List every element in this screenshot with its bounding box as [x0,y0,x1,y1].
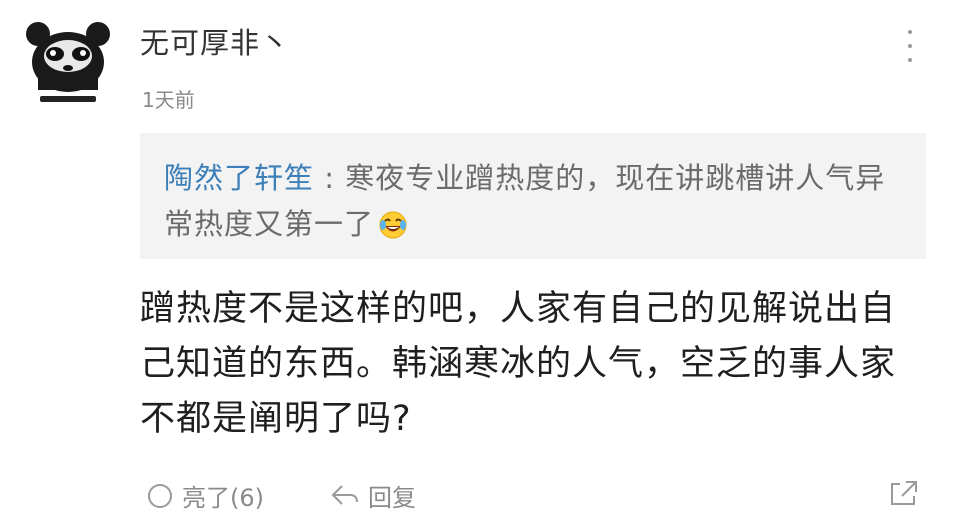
avatar[interactable] [22,18,114,110]
more-vertical-icon[interactable] [900,30,920,62]
reply-label: 回复 [368,484,416,512]
share-button[interactable] [886,478,920,506]
like-button[interactable]: 亮了(6) [146,478,264,513]
like-icon [148,483,172,508]
username[interactable]: 无可厚非丶 [140,20,290,62]
laughing-tears-emoji-icon [378,207,408,253]
like-label: 亮了(6) [182,484,264,512]
quoted-comment[interactable]: 陶然了轩笙 : 寒夜专业蹭热度的，现在讲跳槽讲人气异常热度又第一了 [140,133,926,259]
panda-avatar-icon [22,18,114,110]
comment-body: 蹭热度不是这样的吧，人家有自己的见解说出自己知道的东西。韩涵寒冰的人气，空乏的事… [140,289,897,439]
quoted-username[interactable]: 陶然了轩笙 [164,161,314,195]
reply-button[interactable]: 回复 [330,478,416,513]
share-icon [891,481,917,505]
quote-separator: : [314,161,346,195]
comment-timestamp: 1天前 [142,88,195,112]
comment-actions: 亮了(6) 回复 [140,478,930,518]
reply-icon [331,484,358,505]
